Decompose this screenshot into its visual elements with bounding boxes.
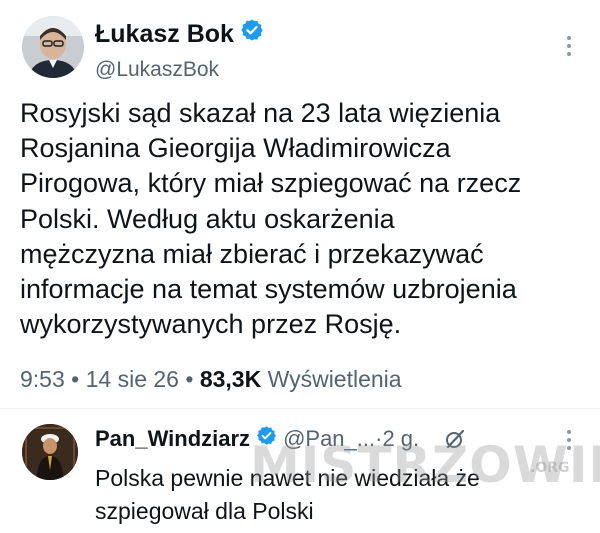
watermark-sub: .ORG	[530, 460, 570, 476]
tweet-text-line: Polski. Według aktu oskarżenia	[20, 203, 395, 234]
tweet-date[interactable]: 14 sie 26	[86, 366, 179, 392]
tweet-text-line: Rosyjski sąd skazał na 23 lata więzienia	[20, 98, 501, 128]
tweet-text: Rosyjski sąd skazał na 23 lata więzienia…	[20, 96, 590, 342]
reply-author-name[interactable]: Pan_Windziarz	[95, 424, 250, 454]
tweet-text-line: mężczyzna miał zbierać i przekazywać	[20, 238, 484, 269]
tweet-text-line: informacje na temat systemów uzbrojenia	[20, 274, 517, 305]
tweet-text-line: Pirogowa, który miał szpiegować na rzecz	[20, 168, 522, 199]
meta-separator: •	[64, 366, 86, 392]
reply-author-avatar[interactable]	[22, 424, 78, 480]
tweet-time[interactable]: 9:53	[20, 366, 65, 392]
reply-text-line: szpiegował dla Polski	[95, 498, 314, 524]
author-avatar[interactable]	[22, 16, 84, 78]
divider	[0, 408, 600, 409]
views-label[interactable]: Wyświetlenia	[268, 366, 402, 392]
more-vertical-icon[interactable]	[563, 36, 575, 66]
verified-badge-icon	[240, 18, 264, 50]
author-name-row[interactable]: Łukasz Bok	[95, 18, 264, 50]
tweet-text-line: wykorzystywanych przez Rosję.	[20, 309, 402, 340]
views-count[interactable]: 83,3K	[200, 366, 261, 392]
tweet-meta: 9:53 • 14 sie 26 • 83,3K Wyświetlenia	[20, 364, 402, 394]
author-handle[interactable]: @LukaszBok	[95, 56, 219, 84]
tweet-text-line: Rosjanina Gieorgija Władimirowicza	[20, 133, 451, 164]
author-name[interactable]: Łukasz Bok	[95, 18, 234, 50]
meta-separator: •	[178, 366, 200, 392]
